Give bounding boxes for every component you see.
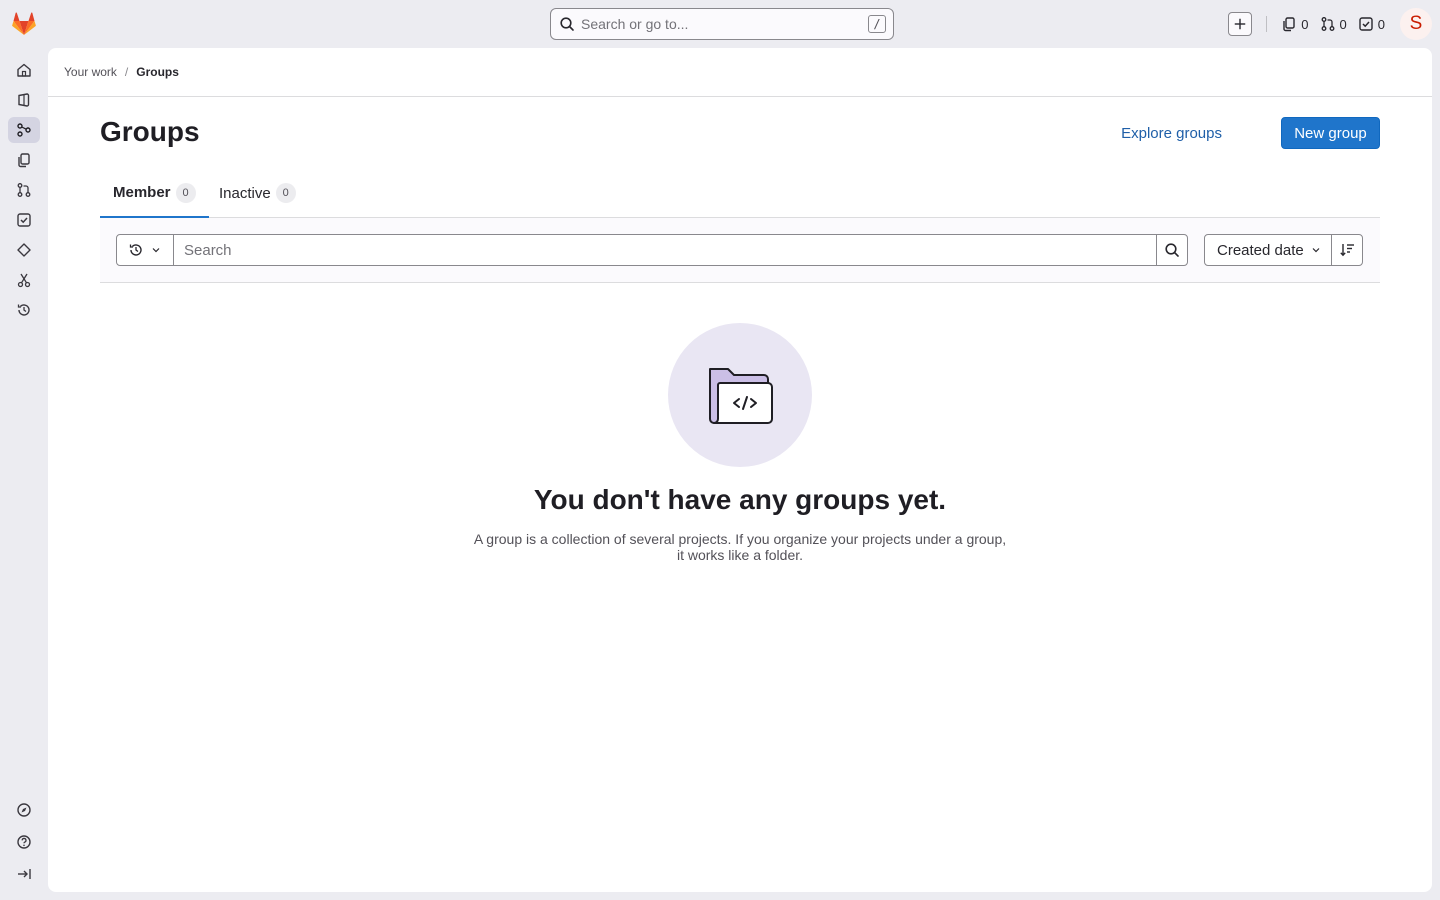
search-submit-button[interactable] xyxy=(1156,234,1188,266)
explore-groups-link[interactable]: Explore groups xyxy=(1121,125,1222,142)
todos-counter[interactable]: 0 xyxy=(1358,16,1385,32)
sidebar-item-issues[interactable] xyxy=(8,147,40,173)
sidebar-item-help[interactable] xyxy=(8,829,40,855)
sidebar-item-activity[interactable] xyxy=(8,297,40,323)
global-search-placeholder: Search or go to... xyxy=(581,16,689,32)
top-bar: Search or go to... / 0 0 0 S xyxy=(0,0,1440,48)
todos-count: 0 xyxy=(1377,16,1385,32)
create-new-button[interactable] xyxy=(1228,12,1253,36)
search-icon xyxy=(559,16,575,32)
tab-inactive-label: Inactive xyxy=(219,184,271,202)
folder-code-icon xyxy=(709,368,773,424)
sidebar-item-merge-requests[interactable] xyxy=(8,177,40,203)
compass-icon xyxy=(17,803,31,817)
group-icon xyxy=(17,123,31,137)
sidebar-item-groups[interactable] xyxy=(8,117,40,143)
merge-requests-count: 0 xyxy=(1339,16,1347,32)
tab-member-label: Member xyxy=(113,184,171,201)
sidebar-item-milestones[interactable] xyxy=(8,237,40,263)
sidebar-item-snippets[interactable] xyxy=(8,267,40,293)
left-sidebar xyxy=(0,48,48,900)
breadcrumb-groups[interactable]: Groups xyxy=(136,65,179,79)
merge-requests-counter[interactable]: 0 xyxy=(1320,16,1347,32)
sidebar-item-collapse[interactable] xyxy=(8,861,40,887)
home-icon xyxy=(17,63,31,77)
snippet-icon xyxy=(17,273,31,288)
todo-icon xyxy=(17,213,31,227)
help-icon xyxy=(17,835,31,849)
breadcrumb-separator: / xyxy=(124,65,129,79)
filter-bar: Created date xyxy=(100,218,1380,283)
divider xyxy=(48,96,1432,97)
main-panel: Your work / Groups Groups Explore groups… xyxy=(48,48,1432,892)
empty-state-description: A group is a collection of several proje… xyxy=(473,531,1007,563)
tabs: Member 0 Inactive 0 xyxy=(100,169,1380,218)
sidebar-item-projects[interactable] xyxy=(8,87,40,113)
issues-count: 0 xyxy=(1301,16,1309,32)
collapse-sidebar-icon xyxy=(18,869,31,879)
history-icon xyxy=(17,304,30,316)
sort-direction-button[interactable] xyxy=(1331,234,1363,266)
sort-label: Created date xyxy=(1217,241,1304,259)
plus-icon xyxy=(1235,18,1246,30)
tab-inactive-count: 0 xyxy=(275,183,296,203)
empty-state-title: You don't have any groups yet. xyxy=(533,484,947,515)
project-icon xyxy=(18,93,30,107)
tab-inactive[interactable]: Inactive 0 xyxy=(207,169,308,217)
empty-state-illustration xyxy=(668,323,812,467)
sidebar-item-home[interactable] xyxy=(8,57,40,83)
search-icon xyxy=(1165,243,1179,257)
chevron-down-icon xyxy=(152,248,160,253)
tab-member-count: 0 xyxy=(175,182,196,203)
merge-request-icon xyxy=(17,183,31,197)
search-shortcut-key: / xyxy=(868,15,886,33)
sort-descending-icon xyxy=(1340,244,1354,257)
divider xyxy=(1266,16,1268,32)
history-icon xyxy=(129,244,142,256)
todo-icon xyxy=(1359,17,1373,31)
recent-searches-button[interactable] xyxy=(116,234,174,266)
new-group-button[interactable]: New group xyxy=(1281,117,1380,149)
user-avatar[interactable]: S xyxy=(1400,8,1432,40)
issues-icon xyxy=(1283,17,1295,32)
gitlab-logo-icon[interactable] xyxy=(10,10,38,38)
sort-dropdown[interactable]: Created date xyxy=(1204,234,1332,266)
issues-icon xyxy=(18,153,30,168)
tab-member[interactable]: Member 0 xyxy=(100,169,209,218)
issues-counter[interactable]: 0 xyxy=(1281,16,1309,32)
merge-request-icon xyxy=(1321,17,1334,31)
chevron-down-icon xyxy=(1312,248,1320,253)
breadcrumb: Your work / Groups xyxy=(64,48,179,96)
milestone-icon xyxy=(17,243,31,257)
breadcrumb-your-work[interactable]: Your work xyxy=(64,65,117,79)
global-search-input[interactable]: Search or go to... / xyxy=(550,8,894,40)
sidebar-item-todos[interactable] xyxy=(8,207,40,233)
sidebar-item-explore[interactable] xyxy=(8,797,40,823)
filter-search-input[interactable] xyxy=(173,234,1157,266)
page-title: Groups xyxy=(100,116,200,147)
